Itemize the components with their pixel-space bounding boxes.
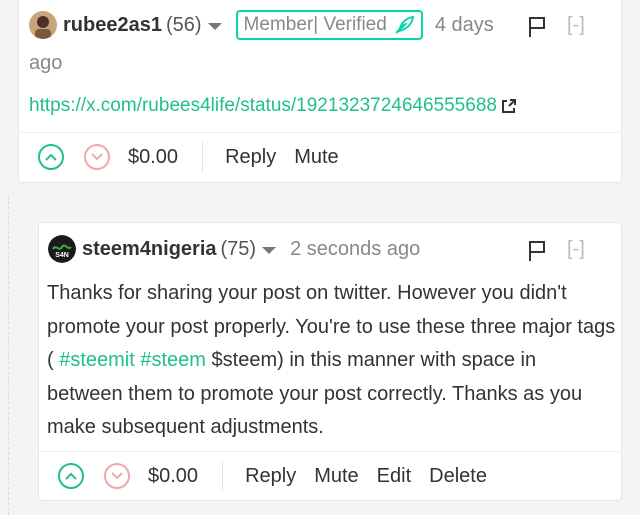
quill-icon: [395, 15, 415, 34]
upvote-icon[interactable]: [58, 463, 84, 489]
downvote-icon[interactable]: [84, 144, 110, 170]
author-reputation: (56): [165, 13, 202, 36]
member-verified-badge: Member| Verified: [235, 10, 423, 40]
avatar-label: S4N: [55, 252, 69, 259]
footer-separator: [202, 142, 204, 172]
reply-button[interactable]: Reply: [245, 465, 296, 488]
chevron-down-icon[interactable]: [207, 22, 222, 30]
author-reputation: (75): [220, 237, 257, 260]
badge-label: Member| Verified: [243, 14, 387, 35]
upvote-icon[interactable]: [38, 144, 64, 170]
comment-header: rubee2as1 (56) Member| Verified 4 days: [29, 10, 494, 40]
footer-divider: [39, 451, 621, 452]
footer-divider: [19, 132, 621, 133]
payout-value[interactable]: $0.00: [148, 465, 198, 488]
edit-button[interactable]: Edit: [377, 465, 411, 488]
timestamp-continued[interactable]: ago: [29, 52, 62, 75]
hashtag-link[interactable]: #steem: [140, 349, 206, 371]
external-link-icon[interactable]: [501, 98, 517, 114]
hashtag-link[interactable]: #steemit: [59, 349, 135, 371]
timestamp[interactable]: 2 seconds ago: [290, 238, 420, 261]
avatar[interactable]: [29, 11, 57, 39]
comment-body: Thanks for sharing your post on twitter.…: [47, 277, 617, 445]
comment-header: S4N steem4nigeria (75) 2 seconds ago: [48, 235, 420, 263]
tweet-link[interactable]: https://x.com/rubees4life/status/1921323…: [29, 95, 497, 117]
footer-separator: [222, 461, 224, 491]
downvote-icon[interactable]: [104, 463, 130, 489]
comment-body: https://x.com/rubees4life/status/1921323…: [29, 95, 517, 117]
mute-button[interactable]: Mute: [314, 465, 358, 488]
delete-button[interactable]: Delete: [429, 465, 487, 488]
mute-button[interactable]: Mute: [294, 146, 338, 169]
flag-icon[interactable]: [528, 16, 546, 38]
chevron-down-icon[interactable]: [262, 246, 277, 254]
reply-button[interactable]: Reply: [225, 146, 276, 169]
timestamp[interactable]: 4 days: [435, 14, 494, 37]
author-name[interactable]: rubee2as1: [63, 14, 162, 37]
author-name[interactable]: steem4nigeria: [82, 238, 217, 261]
flag-icon[interactable]: [528, 240, 546, 262]
collapse-toggle[interactable]: [-]: [567, 14, 585, 37]
collapse-toggle[interactable]: [-]: [567, 238, 585, 261]
comment-footer: $0.00 Reply Mute Edit Delete: [58, 461, 505, 491]
thread-line: [8, 196, 9, 515]
avatar[interactable]: S4N: [48, 235, 76, 263]
comment-footer: $0.00 Reply Mute: [38, 142, 357, 172]
payout-value[interactable]: $0.00: [128, 146, 178, 169]
